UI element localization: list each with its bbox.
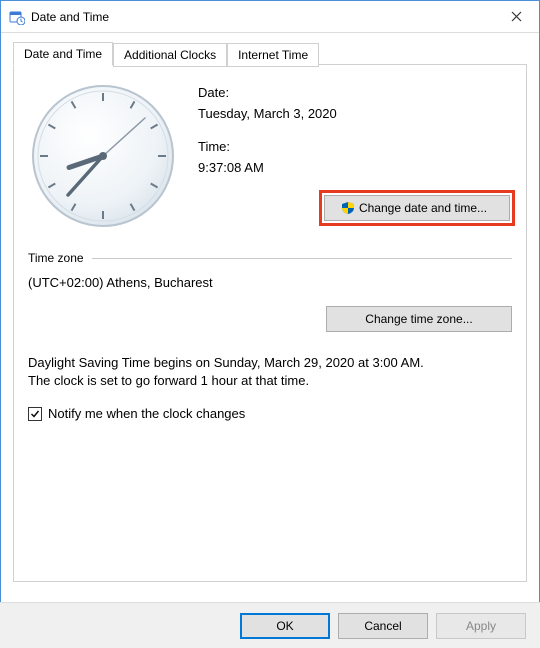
cancel-label: Cancel [364,619,401,633]
apply-button[interactable]: Apply [436,613,526,639]
change-date-time-button[interactable]: Change date and time... [324,195,510,221]
dst-info: Daylight Saving Time begins on Sunday, M… [28,354,512,390]
tab-strip: Date and Time Additional Clocks Internet… [13,41,527,65]
time-value: 9:37:08 AM [198,160,512,175]
dst-line1: Daylight Saving Time begins on Sunday, M… [28,354,512,372]
dialog-footer: OK Cancel Apply [0,602,540,648]
notify-checkbox[interactable] [28,407,42,421]
close-button[interactable] [494,2,539,32]
ok-label: OK [276,619,293,633]
change-date-time-label: Change date and time... [359,201,487,215]
window-title: Date and Time [31,10,494,24]
timezone-section-header: Time zone [28,251,512,265]
date-time-info: Date: Tuesday, March 3, 2020 Time: 9:37:… [198,81,512,231]
date-time-icon [9,9,25,25]
uac-shield-icon [341,201,355,215]
content-area: Date and Time Additional Clocks Internet… [1,33,539,582]
notify-label: Notify me when the clock changes [48,406,245,421]
change-timezone-button[interactable]: Change time zone... [326,306,512,332]
change-timezone-label: Change time zone... [365,312,472,326]
analog-clock [28,81,178,231]
timezone-header-label: Time zone [28,251,84,265]
tab-internet-time[interactable]: Internet Time [227,43,319,67]
timezone-value: (UTC+02:00) Athens, Bucharest [28,275,512,290]
date-value: Tuesday, March 3, 2020 [198,106,512,121]
titlebar: Date and Time [1,1,539,33]
ok-button[interactable]: OK [240,613,330,639]
divider [92,258,512,259]
time-label: Time: [198,139,512,154]
notify-checkbox-row: Notify me when the clock changes [28,406,512,421]
tab-additional-clocks[interactable]: Additional Clocks [113,43,227,67]
highlight-annotation: Change date and time... [322,193,512,223]
tab-date-and-time[interactable]: Date and Time [13,42,113,66]
apply-label: Apply [466,619,496,633]
date-label: Date: [198,85,512,100]
cancel-button[interactable]: Cancel [338,613,428,639]
tab-panel: Date: Tuesday, March 3, 2020 Time: 9:37:… [13,64,527,582]
dst-line2: The clock is set to go forward 1 hour at… [28,372,512,390]
